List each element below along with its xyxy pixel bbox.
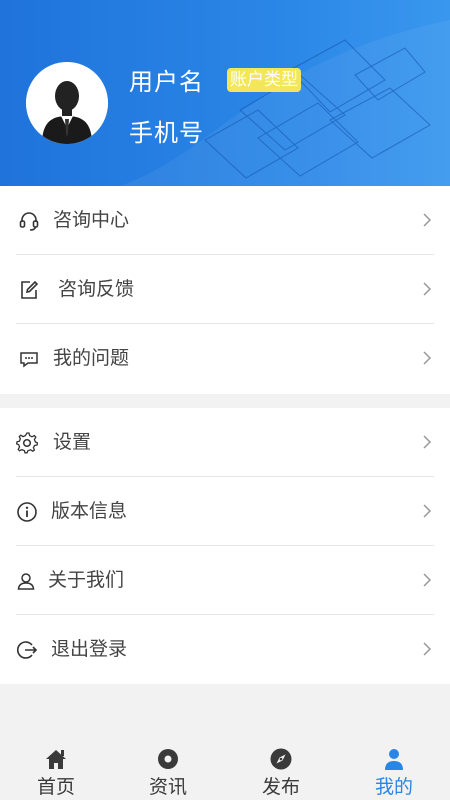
compass-icon bbox=[270, 748, 292, 770]
logout-icon bbox=[17, 641, 38, 659]
tab-label: 资讯 bbox=[148, 776, 187, 798]
user-icon bbox=[17, 573, 35, 590]
menu-item-label: 设置 bbox=[53, 431, 92, 453]
gear-icon bbox=[16, 432, 38, 454]
menu-item-settings[interactable]: 设置 bbox=[0, 408, 450, 477]
edit-icon bbox=[21, 280, 39, 299]
headset-icon bbox=[19, 212, 39, 231]
menu-item-label: 关于我们 bbox=[48, 569, 125, 591]
chevron-right-icon bbox=[423, 504, 432, 518]
chevron-right-icon bbox=[423, 642, 432, 656]
tab-home[interactable]: 首页 bbox=[0, 738, 112, 800]
tab-label: 首页 bbox=[36, 776, 75, 798]
menu-item-label: 咨询反馈 bbox=[58, 278, 135, 300]
menu-item-label: 我的问题 bbox=[53, 347, 130, 369]
menu-item-consult-center[interactable]: 咨询中心 bbox=[0, 186, 450, 255]
menu-item-logout[interactable]: 退出登录 bbox=[0, 615, 450, 684]
menu-item-label: 版本信息 bbox=[51, 500, 128, 522]
avatar-person-icon bbox=[26, 62, 108, 144]
avatar[interactable] bbox=[26, 62, 108, 144]
profile-header: 用户名 账户类型 手机号 bbox=[0, 0, 450, 186]
menu-item-label: 退出登录 bbox=[51, 638, 128, 660]
menu-group-settings: 设置 版本信息 关于我们 退出登录 bbox=[0, 408, 450, 684]
home-icon bbox=[46, 750, 66, 769]
chevron-right-icon bbox=[423, 282, 432, 296]
menu-item-consult-feedback[interactable]: 咨询反馈 bbox=[0, 255, 450, 324]
account-type-badge: 账户类型 bbox=[227, 68, 301, 92]
tab-label: 我的 bbox=[374, 776, 413, 798]
menu-item-version-info[interactable]: 版本信息 bbox=[0, 477, 450, 546]
info-icon bbox=[17, 502, 37, 522]
menu-item-about-us[interactable]: 关于我们 bbox=[0, 546, 450, 615]
tab-mine[interactable]: 我的 bbox=[338, 738, 450, 800]
tab-news[interactable]: 资讯 bbox=[112, 738, 224, 800]
chevron-right-icon bbox=[423, 351, 432, 365]
tab-publish[interactable]: 发布 bbox=[225, 738, 337, 800]
menu-item-label: 咨询中心 bbox=[53, 209, 130, 231]
menu-item-my-questions[interactable]: 我的问题 bbox=[0, 324, 450, 393]
chevron-right-icon bbox=[423, 435, 432, 449]
chevron-right-icon bbox=[423, 573, 432, 587]
news-icon bbox=[158, 749, 178, 769]
menu-group-service: 咨询中心 咨询反馈 我的问题 bbox=[0, 186, 450, 394]
profile-icon bbox=[385, 749, 403, 770]
phone-number: 手机号 bbox=[129, 119, 204, 147]
chat-icon bbox=[20, 352, 38, 368]
bottom-tab-bar: 首页 资讯 发布 我的 bbox=[0, 738, 450, 800]
tab-label: 发布 bbox=[261, 776, 300, 798]
username: 用户名 bbox=[129, 68, 204, 96]
chevron-right-icon bbox=[423, 213, 432, 227]
